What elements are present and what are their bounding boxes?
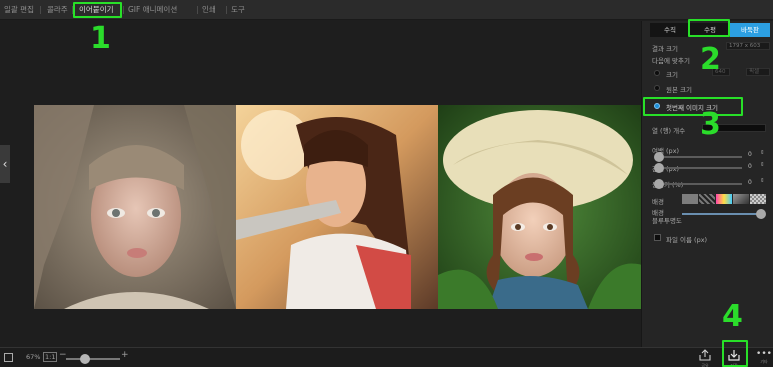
tab-grid[interactable]: 바둑판 xyxy=(730,23,770,37)
highlight-first-image-size xyxy=(643,97,743,116)
zoom-one-to-one[interactable]: 1:1 xyxy=(43,352,58,362)
margin-value: 0 xyxy=(748,151,752,158)
zoom-percent: 67% xyxy=(26,353,41,361)
round-value: 0 xyxy=(748,179,752,186)
fit-label: 다음에 맞추기 xyxy=(652,57,690,65)
annotation-number-4: 4 xyxy=(722,299,743,334)
size-unit-select[interactable]: 픽셀 xyxy=(746,68,770,76)
swatch-image[interactable] xyxy=(733,194,749,204)
margin-slider-track[interactable] xyxy=(664,156,742,158)
menu-print[interactable]: 인쇄 xyxy=(202,0,216,20)
share-button[interactable]: 공유 xyxy=(697,349,713,367)
background-label: 배경 xyxy=(652,198,664,206)
annotation-number-2: 2 xyxy=(700,42,721,77)
menu-separator xyxy=(123,6,124,14)
margin-spinner[interactable]: ⇕ xyxy=(760,150,765,156)
zoom-in-button[interactable]: + xyxy=(121,350,129,360)
highlight-combine-menu xyxy=(73,2,122,18)
round-spinner[interactable]: ⇕ xyxy=(760,178,765,184)
zoom-slider-track[interactable] xyxy=(66,354,120,364)
background-swatches xyxy=(682,194,768,204)
menu-collage[interactable]: 콜라주 xyxy=(47,0,68,20)
menu-batch-edit[interactable]: 일괄 편집 xyxy=(4,0,34,20)
photo-1[interactable] xyxy=(34,105,236,309)
more-label: 기타 xyxy=(760,359,768,364)
bottom-bar: 67% 1:1 − + 공유 저장 ••• 기타 xyxy=(0,347,773,367)
spacing-value: 0 xyxy=(748,163,752,170)
original-size-label: 원본 크기 xyxy=(666,86,692,94)
more-button[interactable]: ••• 기타 xyxy=(756,349,772,367)
highlight-save-button xyxy=(722,340,748,367)
menu-gif-animation[interactable]: GIF 애니메이션 xyxy=(128,0,177,20)
swatch-gradient[interactable] xyxy=(716,194,732,204)
bg-blur-label-2: 블루투명도 xyxy=(652,217,682,225)
menu-tools[interactable]: 도구 xyxy=(231,0,245,20)
spacing-spinner[interactable]: ⇕ xyxy=(760,162,765,168)
spacing-slider-knob[interactable] xyxy=(654,163,664,173)
tab-vertical[interactable]: 수직 xyxy=(650,23,690,37)
bg-opacity-slider-knob[interactable] xyxy=(756,209,766,219)
result-size-value: 1797 x 603 xyxy=(726,42,770,50)
result-size-label: 결과 크기 xyxy=(652,45,678,53)
radio-size[interactable] xyxy=(654,70,660,76)
swatch-gray[interactable] xyxy=(682,194,698,204)
annotation-number-3: 3 xyxy=(700,107,721,142)
bg-opacity-slider-track[interactable] xyxy=(682,213,760,215)
menu-separator xyxy=(197,6,198,14)
more-icon: ••• xyxy=(756,349,772,359)
columns-label: 열 (행) 개수 xyxy=(652,127,686,135)
highlight-horizontal-tab xyxy=(688,19,730,37)
canvas-area xyxy=(10,21,642,347)
spacing-slider-track[interactable] xyxy=(664,167,742,169)
annotation-number-1: 1 xyxy=(90,21,111,56)
photo-2[interactable] xyxy=(236,105,438,309)
zoom-slider-knob[interactable] xyxy=(79,354,90,364)
layout-icon[interactable] xyxy=(4,353,13,362)
swatch-pattern[interactable] xyxy=(699,194,715,204)
chevron-left-icon[interactable]: ‹ xyxy=(0,145,10,183)
combined-image-preview xyxy=(34,105,642,309)
filename-label: 파일 이름 (px) xyxy=(666,236,708,244)
share-label: 공유 xyxy=(701,363,709,367)
filename-checkbox[interactable] xyxy=(654,234,661,241)
size-label: 크기 xyxy=(666,71,678,79)
round-slider-track[interactable] xyxy=(664,183,742,185)
menu-separator xyxy=(40,6,41,14)
round-slider-knob[interactable] xyxy=(654,179,664,189)
swatch-transparent[interactable] xyxy=(750,194,766,204)
margin-slider-knob[interactable] xyxy=(654,152,664,162)
radio-original-size[interactable] xyxy=(654,85,660,91)
photo-3[interactable] xyxy=(438,105,642,309)
share-icon xyxy=(699,349,711,361)
menu-separator xyxy=(226,6,227,14)
